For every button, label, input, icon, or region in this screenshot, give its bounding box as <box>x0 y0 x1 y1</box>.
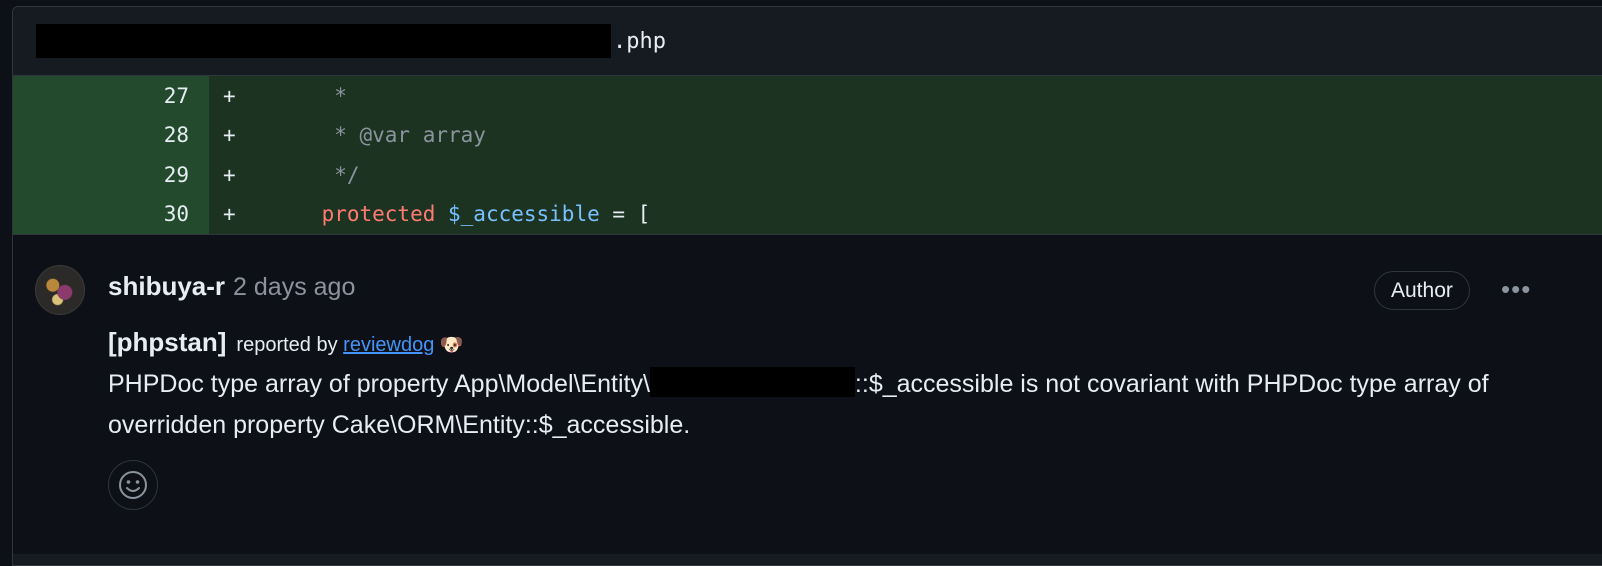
dog-emoji-icon: 🐶 <box>439 335 464 356</box>
review-comment: shibuya-r 2 days ago Author ••• [phpstan… <box>13 234 1602 554</box>
message-part-1: PHPDoc type array of property App\Model\… <box>108 370 650 398</box>
diff-sign: + <box>223 202 236 227</box>
code-token: $_accessible <box>448 202 600 227</box>
pull-request-file-review: .php 27 + * 28 + * @var array 29 + */ 30 + prot… <box>12 6 1602 566</box>
diff-hunk: 27 + * 28 + * @var array 29 + */ 30 + protected… <box>13 76 1602 234</box>
line-number[interactable]: 29 <box>13 155 209 195</box>
diff-line: 29 + */ <box>13 155 1602 195</box>
avatar[interactable] <box>35 265 85 315</box>
comment-message: PHPDoc type array of property App\Model\… <box>108 364 1528 446</box>
smiley-icon-graphic <box>119 471 147 499</box>
code-content: */ <box>247 155 360 195</box>
redacted-entity-name <box>649 367 855 397</box>
code-token: * @var array <box>271 123 486 148</box>
smiley-icon[interactable] <box>108 460 158 510</box>
file-header: .php <box>13 7 1602 76</box>
diff-sign: + <box>223 83 236 108</box>
author-badge: Author <box>1374 271 1470 310</box>
kebab-icon[interactable]: ••• <box>1501 274 1531 305</box>
redacted-file-path <box>36 24 611 58</box>
comment-body: [phpstan] reported by reviewdog 🐶 PHPDoc… <box>108 327 1528 446</box>
code-token: * <box>271 83 347 108</box>
diff-line: 28 + * @var array <box>13 115 1602 156</box>
reported-by: reported by reviewdog 🐶 <box>236 333 463 357</box>
code-token: */ <box>271 162 360 187</box>
diff-sign: + <box>223 123 236 148</box>
comment-author-link[interactable]: shibuya-r <box>108 271 225 302</box>
phpstan-tag: [phpstan] <box>108 327 227 357</box>
reviewdog-link[interactable]: reviewdog <box>343 334 434 356</box>
diff-line: 27 + * <box>13 76 1602 116</box>
code-token: protected <box>271 202 449 227</box>
code-content: * <box>247 76 347 116</box>
file-extension: .php <box>613 28 666 54</box>
code-content: protected $_accessible = [ <box>247 195 651 235</box>
comment-heading: [phpstan] reported by reviewdog 🐶 <box>108 327 1528 358</box>
line-number[interactable]: 27 <box>13 76 209 116</box>
line-number[interactable]: 30 <box>13 194 209 234</box>
line-number[interactable]: 28 <box>13 115 209 155</box>
comment-timestamp[interactable]: 2 days ago <box>233 273 355 302</box>
code-token: = [ <box>599 202 651 227</box>
reported-by-prefix: reported by <box>236 334 338 356</box>
diff-line: 30 + protected $_accessible = [ <box>13 194 1602 235</box>
comment-meta: shibuya-r 2 days ago <box>108 271 355 302</box>
code-content: * @var array <box>247 116 486 156</box>
diff-sign: + <box>223 162 236 187</box>
